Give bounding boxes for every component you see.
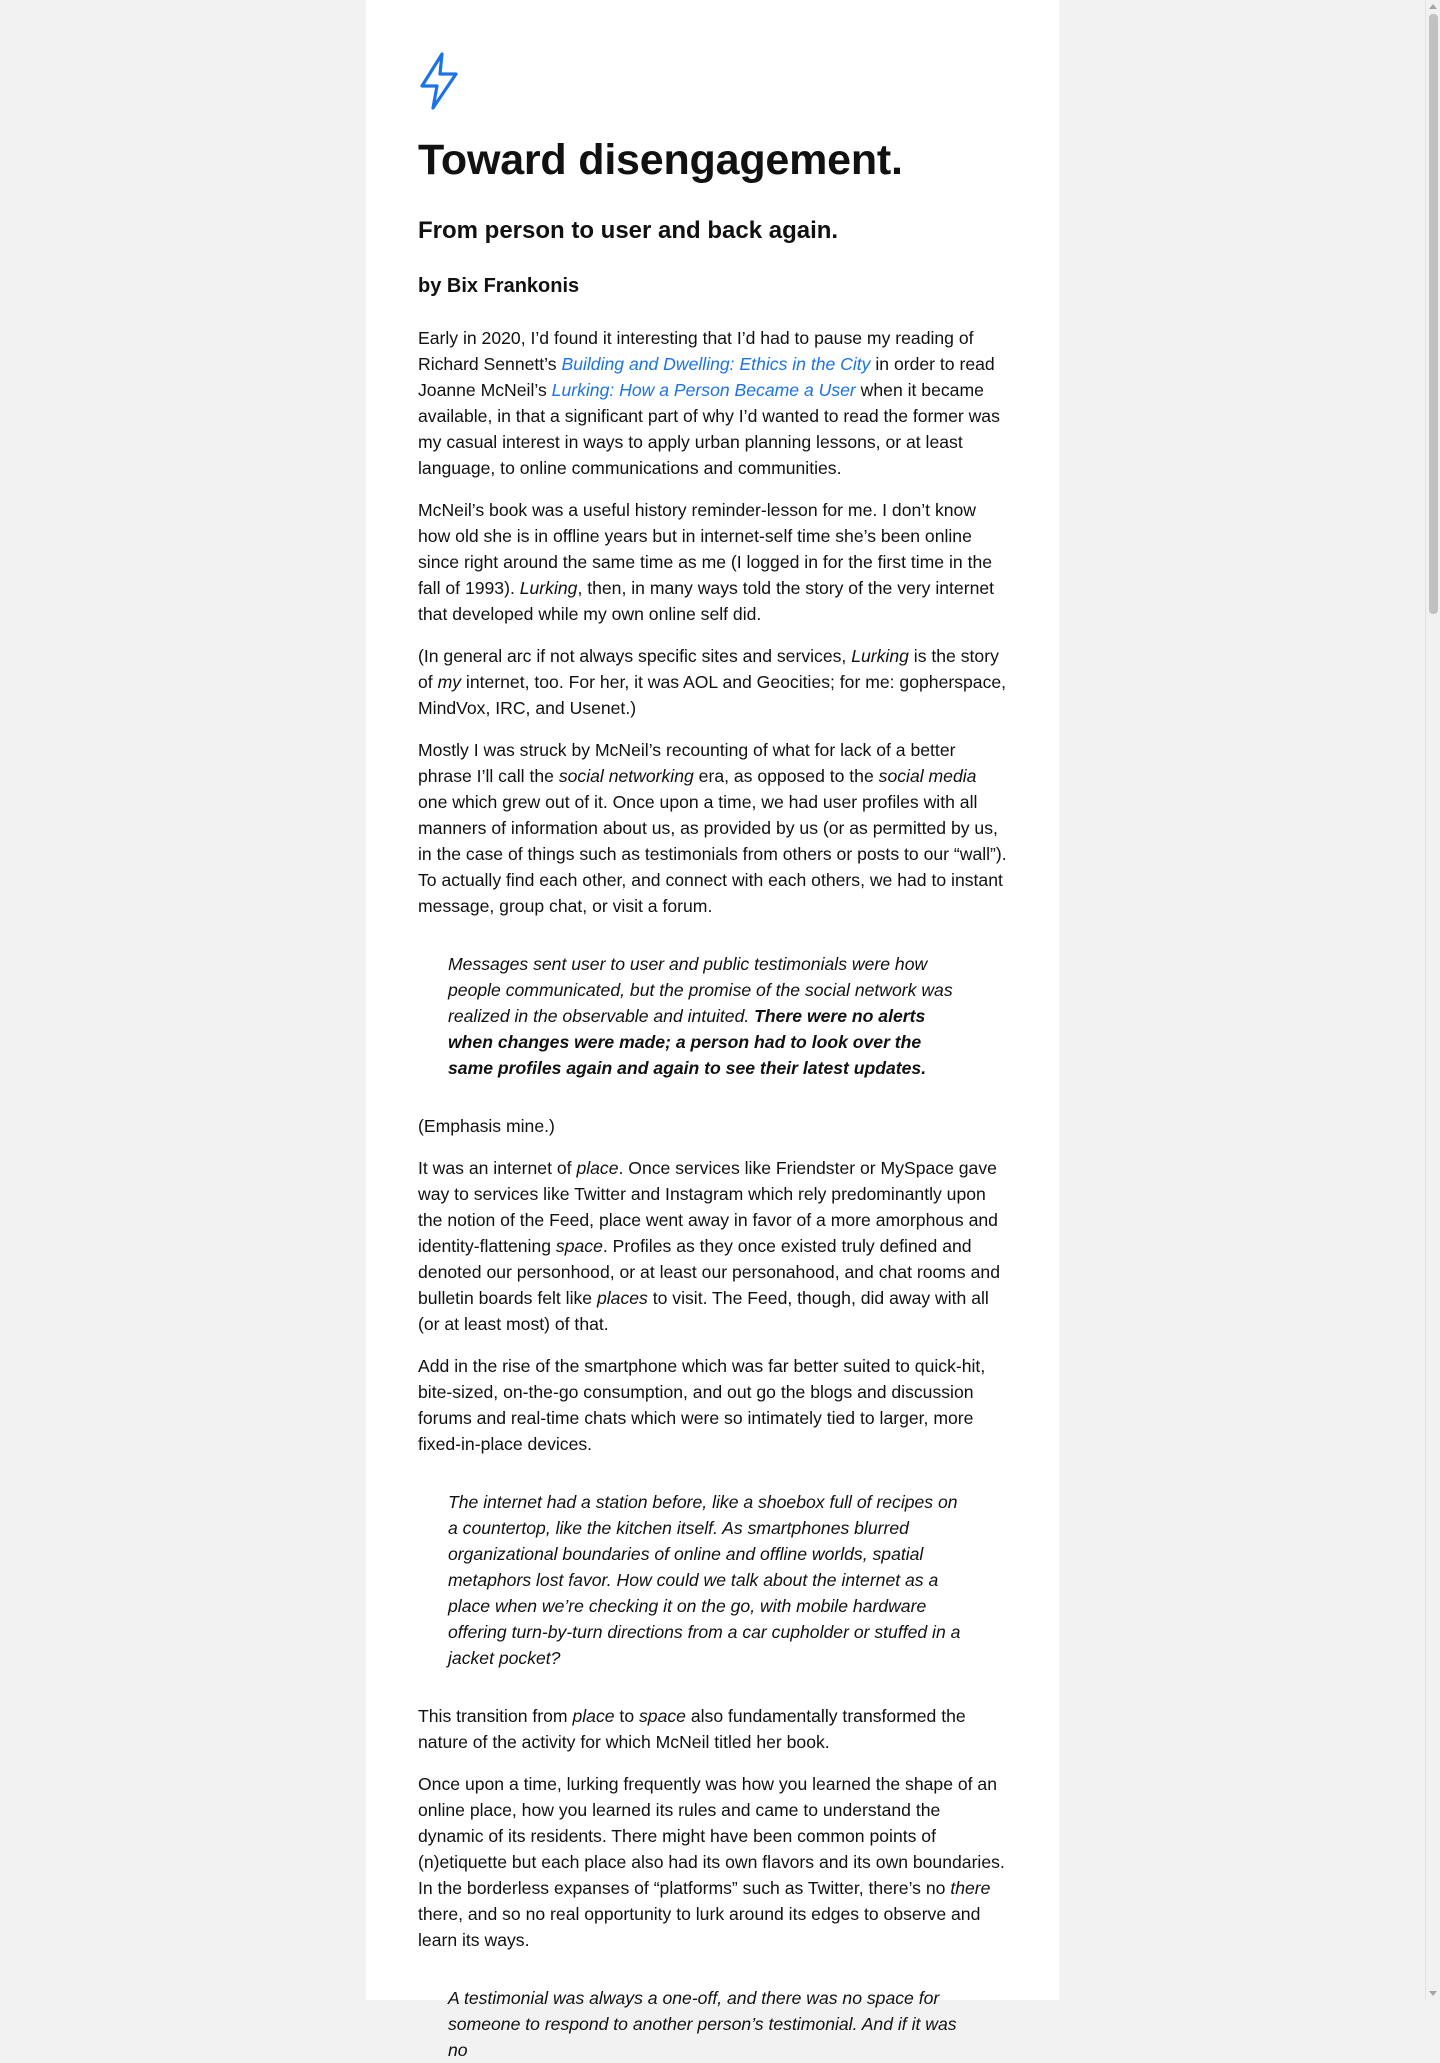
paragraph-3: (In general arc if not always specific s… (418, 645, 1007, 718)
paragraph-6: It was an internet of place. Once servic… (418, 1157, 1000, 1334)
paragraph-4: Mostly I was struck by McNeil’s recounti… (418, 739, 1007, 916)
book-link-building-and-dwelling[interactable]: Building and Dwelling: Ethics in the Cit… (561, 354, 870, 374)
paragraph-9: Once upon a time, lurking frequently was… (418, 1773, 1005, 1950)
scroll-down-arrow-icon[interactable] (1429, 1991, 1437, 1996)
book-link-lurking[interactable]: Lurking: How a Person Became a User (552, 380, 856, 400)
article-byline: by Bix Frankonis (418, 274, 580, 297)
article-subtitle: From person to user and back again. (418, 217, 839, 245)
paragraph-5: (Emphasis mine.) (418, 1115, 555, 1136)
lightning-bolt-icon (420, 52, 458, 110)
article-title: Toward disengagement. (418, 136, 903, 184)
paragraph-7: Add in the rise of the smartphone which … (418, 1355, 986, 1454)
blockquote-3: A testimonial was always a one-off, and … (448, 1987, 957, 2060)
blockquote-1: Messages sent user to user and public te… (448, 953, 953, 1078)
paragraph-8: This transition from place to space also… (418, 1705, 966, 1752)
vertical-scrollbar[interactable] (1425, 0, 1440, 2000)
scrollbar-thumb[interactable] (1429, 14, 1438, 614)
scroll-up-arrow-icon[interactable] (1429, 4, 1437, 9)
paragraph-1: Early in 2020, I’d found it interesting … (418, 327, 1000, 478)
article-page: Toward disengagement. From person to use… (366, 0, 1059, 2060)
blockquote-2: The internet had a station before, like … (448, 1491, 961, 1668)
article-body: Early in 2020, I’d found it interesting … (418, 325, 1007, 2063)
paragraph-2: McNeil’s book was a useful history remin… (418, 499, 995, 624)
